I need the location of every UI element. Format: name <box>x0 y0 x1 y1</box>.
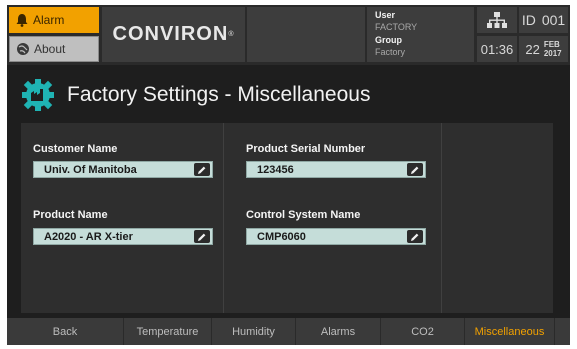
tab-humidity[interactable]: Humidity <box>212 318 296 345</box>
user-label: User <box>375 10 396 20</box>
tab-co2[interactable]: CO2 <box>381 318 465 345</box>
product-name-label: Product Name <box>33 209 108 221</box>
network-icon <box>487 12 507 28</box>
pencil-icon[interactable] <box>407 230 423 243</box>
brand-name: CONVIRON <box>112 23 229 45</box>
group-value: Factory <box>375 47 406 57</box>
product-name-field[interactable]: A2020 - AR X-tier <box>33 228 213 245</box>
serial-number-label: Product Serial Number <box>246 143 366 155</box>
date-month-year: FEB 2017 <box>544 40 562 58</box>
tab-label: Temperature <box>136 325 199 338</box>
tab-miscellaneous[interactable]: Miscellaneous <box>465 318 555 345</box>
product-name-value: A2020 - AR X-tier <box>44 230 133 243</box>
id-label: ID <box>521 12 536 28</box>
tab-spacer <box>555 318 570 345</box>
network-button[interactable] <box>477 7 517 33</box>
clock-time: 01:36 <box>477 36 517 62</box>
alarm-label: Alarm <box>33 13 65 27</box>
serial-number-field[interactable]: 123456 <box>246 161 426 178</box>
unit-id: ID 001 <box>519 7 568 33</box>
customer-name-label: Customer Name <box>33 143 118 155</box>
user-value: FACTORY <box>375 22 418 32</box>
control-system-field[interactable]: CMP6060 <box>246 228 426 245</box>
date-day: 22 <box>525 41 540 57</box>
brand-logo: CONVIRON ® <box>102 7 245 62</box>
bell-icon <box>16 14 28 27</box>
bottom-tab-bar: Back Temperature Humidity Alarms CO2 Mis… <box>7 318 570 345</box>
factory-gear-icon <box>22 79 54 111</box>
page-title-row: Factory Settings - Miscellaneous <box>21 75 370 115</box>
tab-label: Miscellaneous <box>474 325 545 338</box>
tab-label: CO2 <box>411 325 434 338</box>
control-system-value: CMP6060 <box>257 230 306 243</box>
customer-name-value: Univ. Of Manitoba <box>44 163 137 176</box>
alarm-button[interactable]: Alarm <box>9 7 99 33</box>
pencil-icon[interactable] <box>407 163 423 176</box>
id-value: 001 <box>541 12 566 28</box>
control-system-label: Control System Name <box>246 209 361 221</box>
user-group-panel: User FACTORY Group Factory <box>367 7 474 62</box>
pencil-icon[interactable] <box>194 230 210 243</box>
header-spacer <box>247 7 365 62</box>
controller-screen: Alarm About CONVIRON ® User FACTORY Group… <box>7 5 570 345</box>
tab-label: Humidity <box>232 325 275 338</box>
page-title: Factory Settings - Miscellaneous <box>67 83 371 106</box>
customer-name-field[interactable]: Univ. Of Manitoba <box>33 161 213 178</box>
globe-icon <box>17 43 29 55</box>
tab-temperature[interactable]: Temperature <box>124 318 212 345</box>
date-display: 22 FEB 2017 <box>519 36 568 62</box>
tab-alarms[interactable]: Alarms <box>296 318 381 345</box>
pencil-icon[interactable] <box>194 163 210 176</box>
serial-number-value: 123456 <box>257 163 294 176</box>
about-label: About <box>34 42 66 56</box>
time-value: 01:36 <box>480 41 514 57</box>
tab-label: Back <box>52 325 78 338</box>
settings-panel: Customer Name Univ. Of Manitoba Product … <box>21 123 553 313</box>
panel-divider <box>223 123 224 313</box>
about-button[interactable]: About <box>9 36 99 62</box>
date-month: FEB <box>543 40 560 49</box>
header-bar: Alarm About CONVIRON ® User FACTORY Group… <box>7 5 570 65</box>
tab-label: Alarms <box>320 325 356 338</box>
group-label: Group <box>375 35 402 45</box>
date-year: 2017 <box>543 49 562 58</box>
panel-divider <box>441 123 442 313</box>
tab-back[interactable]: Back <box>7 318 124 345</box>
